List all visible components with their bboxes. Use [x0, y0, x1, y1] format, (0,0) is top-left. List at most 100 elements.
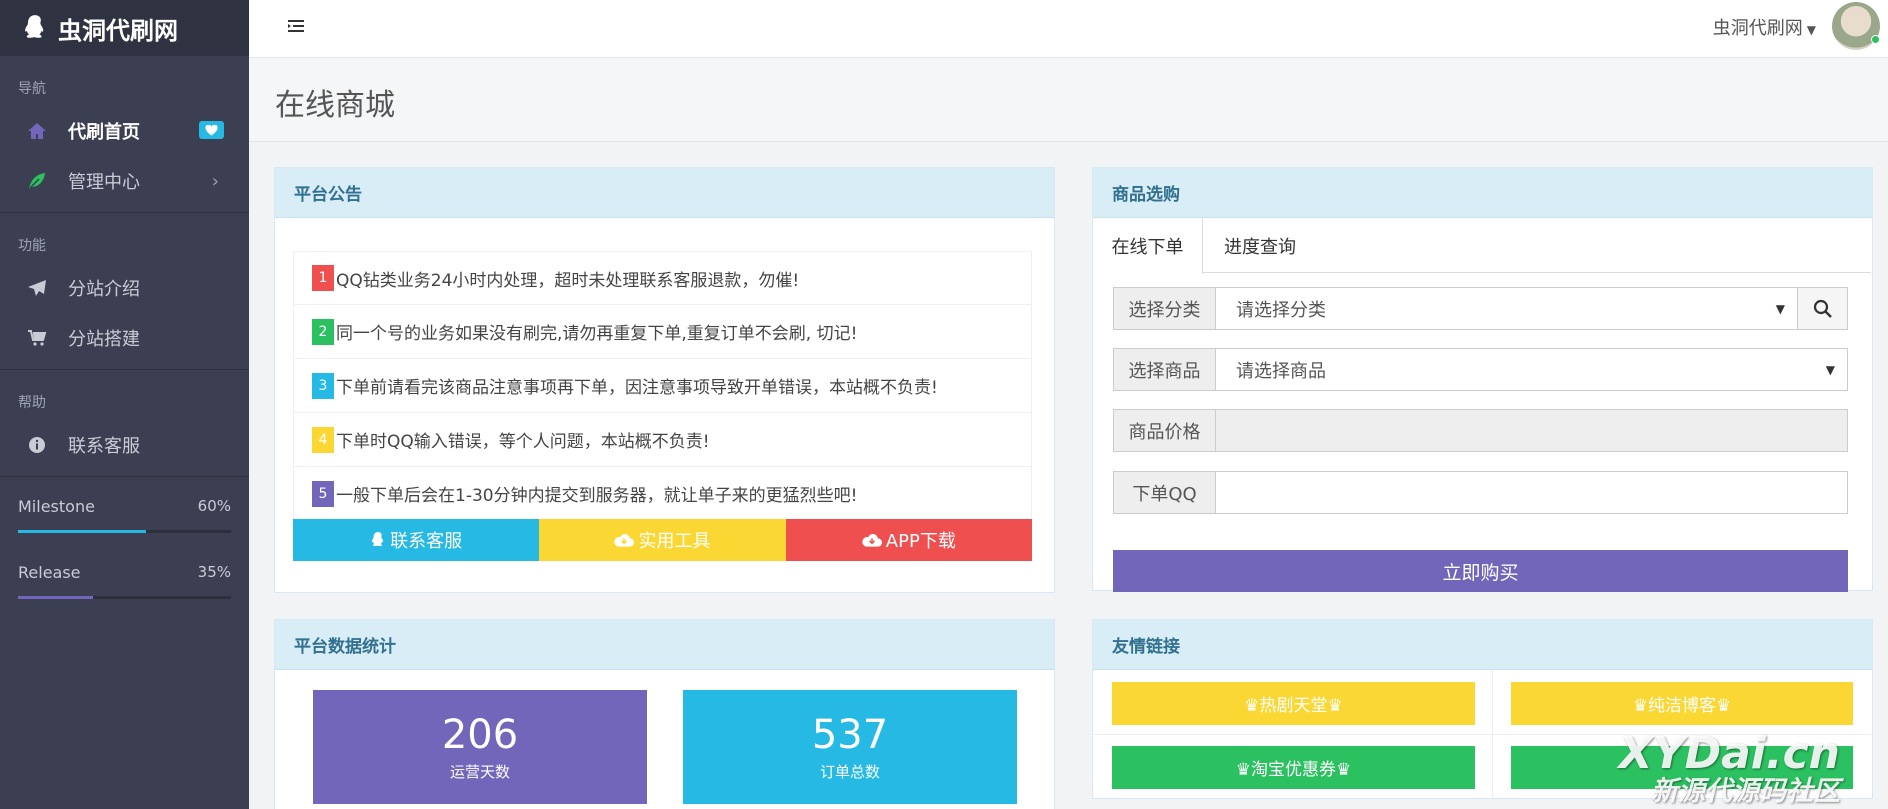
- avatar[interactable]: [1832, 2, 1880, 50]
- user-name: 虫洞代刷网: [1712, 18, 1803, 39]
- cloud-download-icon: [862, 533, 882, 547]
- nav-section-heading: 导航: [18, 81, 46, 97]
- progress-track: [18, 596, 231, 599]
- list-item: 4 下单时QQ输入错误，等个人问题，本站概不负责!: [293, 413, 1032, 467]
- list-item: 3 下单前请看完该商品注意事项再下单，因注意事项导致开单错误，本站概不负责!: [293, 359, 1032, 413]
- button-label: 实用工具: [638, 531, 711, 552]
- list-item: 1 QQ钻类业务24小时内处理，超时未处理联系客服退款，勿催!: [293, 251, 1032, 305]
- search-icon: [1813, 299, 1832, 318]
- sidebar: 虫洞代刷网 导航 代刷首页 管理中心 › 功能 分站介绍 分站搭建 帮助 联系客…: [0, 0, 249, 809]
- notice-text: 一般下单后会在1-30分钟内提交到服务器，就让单子来的更猛烈些吧!: [336, 486, 858, 506]
- notice-buttons: 联系客服 实用工具 APP下载: [293, 519, 1032, 561]
- field-label: 商品价格: [1113, 409, 1216, 452]
- field-label: 下单QQ: [1113, 471, 1216, 514]
- sidebar-item-label: 分站介绍: [68, 279, 140, 300]
- stat-value: 206: [441, 711, 519, 758]
- sidebar-item-substation-build[interactable]: 分站搭建: [0, 313, 249, 363]
- panel-title: 平台数据统计: [275, 620, 1054, 670]
- notice-text: 同一个号的业务如果没有刷完,请勿再重复下单,重复订单不会刷, 切记!: [336, 324, 858, 344]
- chevron-right-icon: ›: [211, 170, 219, 192]
- progress-percent: 35%: [197, 563, 231, 581]
- stats-panel: 平台数据统计 206 运营天数 537 订单总数: [274, 619, 1055, 809]
- progress-milestone: Milestone 60%: [0, 477, 249, 533]
- app-download-button[interactable]: APP下载: [785, 519, 1032, 561]
- qq-input[interactable]: [1216, 471, 1848, 514]
- price-row: 商品价格: [1113, 409, 1848, 452]
- field-label: 选择商品: [1113, 348, 1216, 391]
- list-item: 2 同一个号的业务如果没有刷完,请勿再重复下单,重复订单不会刷, 切记!: [293, 305, 1032, 359]
- home-icon: [26, 120, 48, 142]
- stat-value: 537: [811, 711, 889, 758]
- notice-text: 下单前请看完该商品注意事项再下单，因注意事项导致开单错误，本站概不负责!: [336, 378, 938, 398]
- nav-section-heading: 帮助: [18, 395, 46, 411]
- cloud-download-icon: [614, 533, 635, 547]
- category-select[interactable]: 请选择分类 ▼: [1216, 287, 1798, 330]
- notice-number: 4: [312, 426, 334, 453]
- stat-card: 537 订单总数: [683, 690, 1017, 804]
- product-select[interactable]: 请选择商品 ▼: [1216, 348, 1848, 391]
- sidebar-item-home[interactable]: 代刷首页: [0, 106, 249, 156]
- online-status-icon: [1871, 35, 1880, 44]
- search-button[interactable]: [1798, 287, 1848, 330]
- shop-panel: 商品选购 在线下单 进度查询 选择分类 请选择分类 ▼ 选择商品 请选择商品 ▼…: [1092, 167, 1873, 592]
- progress-release: Release 35%: [0, 533, 249, 599]
- qq-row: 下单QQ: [1113, 471, 1848, 514]
- watermark: XYDai.cn 新源代源码社区: [1619, 731, 1840, 807]
- friend-link[interactable]: ♛热剧天堂♛: [1112, 682, 1475, 725]
- notice-number: 5: [312, 480, 334, 507]
- stat-card: 206 运营天数: [313, 690, 647, 804]
- menu-toggle-icon[interactable]: [285, 16, 307, 36]
- price-field: [1216, 409, 1848, 452]
- qq-penguin-icon: [25, 15, 44, 38]
- notice-number: 2: [312, 318, 334, 345]
- page-title: 在线商城: [275, 88, 395, 123]
- info-icon: [26, 434, 48, 456]
- watermark-line: 新源代源码社区: [1651, 776, 1840, 807]
- buy-now-button[interactable]: 立即购买: [1113, 550, 1848, 592]
- select-value: 请选择分类: [1236, 299, 1326, 321]
- progress-track: [18, 530, 231, 533]
- progress-fill: [18, 596, 93, 599]
- caret-down-icon: ▼: [1806, 23, 1816, 37]
- button-label: 联系客服: [390, 531, 463, 552]
- tab-progress-query[interactable]: 进度查询: [1224, 218, 1296, 273]
- cart-icon: [26, 327, 48, 349]
- leaf-icon: [26, 170, 48, 192]
- sidebar-item-label: 联系客服: [68, 436, 140, 457]
- panel-title: 友情链接: [1093, 620, 1872, 670]
- friend-link[interactable]: ♛淘宝优惠券♛: [1112, 746, 1475, 789]
- friend-link[interactable]: ♛纯洁博客♛: [1511, 682, 1853, 725]
- contact-service-button[interactable]: 联系客服: [293, 519, 540, 561]
- brand[interactable]: 虫洞代刷网: [0, 0, 249, 56]
- brand-name: 虫洞代刷网: [58, 16, 178, 45]
- heart-badge-icon: [199, 121, 224, 139]
- nav-section-heading: 功能: [18, 238, 46, 254]
- sidebar-item-label: 分站搭建: [68, 329, 140, 350]
- progress-percent: 60%: [197, 497, 231, 515]
- sidebar-item-admin[interactable]: 管理中心 ›: [0, 156, 249, 206]
- tab-online-order[interactable]: 在线下单: [1093, 218, 1203, 274]
- caret-down-icon: ▼: [1775, 301, 1785, 316]
- notice-text: QQ钻类业务24小时内处理，超时未处理联系客服退款，勿催!: [336, 270, 800, 291]
- sidebar-item-label: 管理中心: [68, 172, 140, 193]
- stat-label: 运营天数: [449, 762, 510, 781]
- tab-bar: 在线下单 进度查询: [1093, 218, 1871, 274]
- category-row: 选择分类 请选择分类 ▼: [1113, 287, 1848, 330]
- page-header: 在线商城: [249, 58, 1888, 142]
- qq-penguin-icon: [372, 532, 384, 547]
- notice-text: 下单时QQ输入错误，等个人问题，本站概不负责!: [336, 432, 710, 452]
- stat-label: 订单总数: [819, 762, 880, 781]
- notice-list: 1 QQ钻类业务24小时内处理，超时未处理联系客服退款，勿催! 2 同一个号的业…: [293, 251, 1032, 521]
- tools-button[interactable]: 实用工具: [539, 519, 786, 561]
- sidebar-item-substation-intro[interactable]: 分站介绍: [0, 263, 249, 313]
- notice-number: 3: [312, 372, 334, 399]
- user-menu[interactable]: 虫洞代刷网 ▼: [1713, 14, 1816, 40]
- product-row: 选择商品 请选择商品 ▼: [1113, 348, 1848, 391]
- caret-down-icon: ▼: [1825, 362, 1835, 377]
- progress-fill: [18, 530, 146, 533]
- progress-label: Milestone: [18, 497, 95, 516]
- sidebar-item-contact[interactable]: 联系客服: [0, 420, 249, 470]
- topbar: 虫洞代刷网 ▼: [249, 0, 1888, 58]
- list-item: 5 一般下单后会在1-30分钟内提交到服务器，就让单子来的更猛烈些吧!: [293, 467, 1032, 521]
- watermark-line: XYDai.cn: [1618, 728, 1840, 779]
